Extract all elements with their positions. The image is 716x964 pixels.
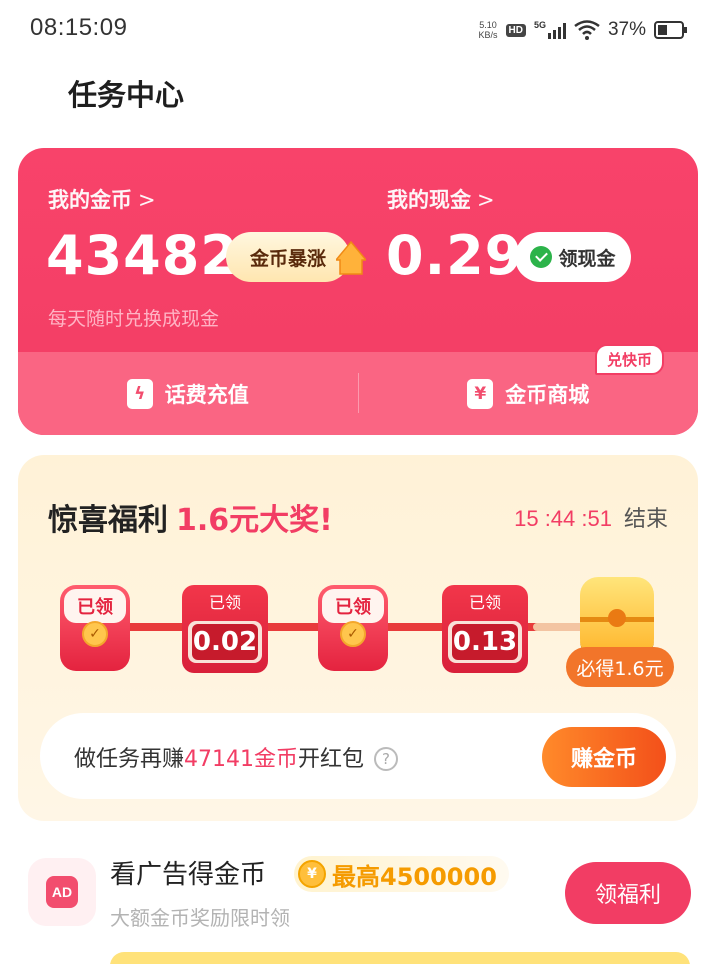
claimed-label: 已领 <box>64 589 126 623</box>
task-amount: 47141金币 <box>184 747 299 772</box>
task-prefix: 做任务再赚 <box>74 747 185 772</box>
claimed-label: 已领 <box>208 593 241 612</box>
phone-topup-label: 话费充值 <box>164 382 249 407</box>
reward-envelope-4: 已领 0.13 <box>442 585 528 673</box>
task-suffix: 开红包 <box>298 747 365 772</box>
network-type: 5G <box>534 20 546 30</box>
chevron-right-icon: > <box>477 188 495 212</box>
coin-icon: ¥ <box>298 860 326 888</box>
up-arrow-icon <box>336 240 366 275</box>
signal-5g-icon: 5G <box>534 20 566 39</box>
net-speed-value: 5.10 <box>479 20 497 30</box>
phone-topup-button[interactable]: ϟ 话费充值 <box>18 352 358 435</box>
reward-amount-frame: 0.02 <box>188 621 262 663</box>
earn-coins-button[interactable]: 赚金币 <box>542 727 666 787</box>
kuaibi-badge: 兑快币 <box>594 344 664 375</box>
hd-icon: HD <box>505 23 526 37</box>
final-gift-box[interactable] <box>580 577 654 657</box>
coins-value: 43482 <box>46 224 239 287</box>
max-reward-badge: ¥ 最高4500000 <box>294 856 509 892</box>
bonus-card: 惊喜福利 1.6元大奖! 15 :44 :51 结束 已领 ✓ 已领 0.02 已领… <box>18 455 698 821</box>
coin-mall-label: 金币商城 <box>505 382 590 407</box>
ad-task-title: 看广告得金币 <box>110 860 267 890</box>
ad-task-row: AD 看广告得金币 ¥ 最高4500000 大额金币奖励限时领 领福利 <box>22 850 702 940</box>
claim-welfare-button[interactable]: 领福利 <box>565 862 691 924</box>
max-reward-text: 最高4500000 <box>332 862 497 891</box>
ad-icon-text: AD <box>46 876 78 908</box>
status-time: 08:15:09 <box>30 14 128 41</box>
claimed-envelope-3: 已领 ✓ <box>318 585 388 671</box>
ad-icon: AD <box>28 858 96 926</box>
reward-amount: 0.02 <box>192 624 258 660</box>
cash-value: 0.29 <box>386 224 524 287</box>
battery-icon <box>654 21 687 39</box>
help-icon[interactable]: ? <box>374 747 399 771</box>
withdraw-cash-label: 领现金 <box>558 247 616 270</box>
reward-envelope-2: 已领 0.02 <box>182 585 268 673</box>
ad-task-subtitle: 大额金币奖励限时领 <box>110 906 290 930</box>
battery-percent: 37% <box>607 19 646 40</box>
bonus-highlight: 1.6元大奖! <box>176 503 333 538</box>
check-coin-icon: ✓ <box>340 621 366 647</box>
my-coins-label: 我的金币 <box>48 188 132 212</box>
status-bar: 08:15:09 5.10 KB/s HD 5G 37% <box>0 0 716 56</box>
net-speed: 5.10 KB/s <box>479 20 498 40</box>
bonus-title-text: 惊喜福利 <box>48 503 168 538</box>
exchange-hint: 每天随时兑换成现金 <box>48 308 220 330</box>
countdown-suffix: 结束 <box>623 507 668 532</box>
wechat-icon <box>530 246 553 268</box>
guaranteed-reward-badge: 必得1.6元 <box>566 647 674 687</box>
withdraw-cash-button[interactable]: 领现金 <box>515 232 631 282</box>
coins-surge-button[interactable]: 金币暴涨 <box>226 232 350 282</box>
yen-icon: ¥ <box>467 378 494 409</box>
claimed-label: 已领 <box>468 593 501 612</box>
my-cash-label: 我的现金 <box>387 188 471 212</box>
task-hint: 做任务再赚47141金币开红包? <box>74 741 399 773</box>
chevron-right-icon: > <box>138 188 156 212</box>
claimed-label: 已领 <box>322 589 384 623</box>
bonus-title: 惊喜福利 1.6元大奖! <box>48 495 333 539</box>
check-coin-icon: ✓ <box>82 621 108 647</box>
my-cash-link[interactable]: 我的现金 > <box>387 184 495 214</box>
countdown-value: 15 :44 :51 <box>514 506 612 531</box>
net-speed-unit: KB/s <box>478 30 498 40</box>
status-icons: 5.10 KB/s HD 5G 37% <box>479 16 689 44</box>
lock-icon <box>608 609 626 627</box>
reward-amount-frame: 0.13 <box>448 621 522 663</box>
task-progress-bar: 做任务再赚47141金币开红包? 赚金币 <box>40 713 676 799</box>
wallet-card: 我的金币 > 43482 金币暴涨 我的现金 > 0.29 领现金 每天随时兑换成现… <box>18 148 698 435</box>
wifi-icon <box>574 20 600 40</box>
page-title: 任务中心 <box>68 78 185 112</box>
countdown-timer: 15 :44 :51 结束 <box>514 501 668 533</box>
next-card-peek <box>110 952 690 964</box>
reward-amount: 0.13 <box>452 624 518 660</box>
my-coins-link[interactable]: 我的金币 > <box>48 184 156 214</box>
lightning-icon: ϟ <box>126 378 153 409</box>
claimed-envelope-1: 已领 ✓ <box>60 585 130 671</box>
